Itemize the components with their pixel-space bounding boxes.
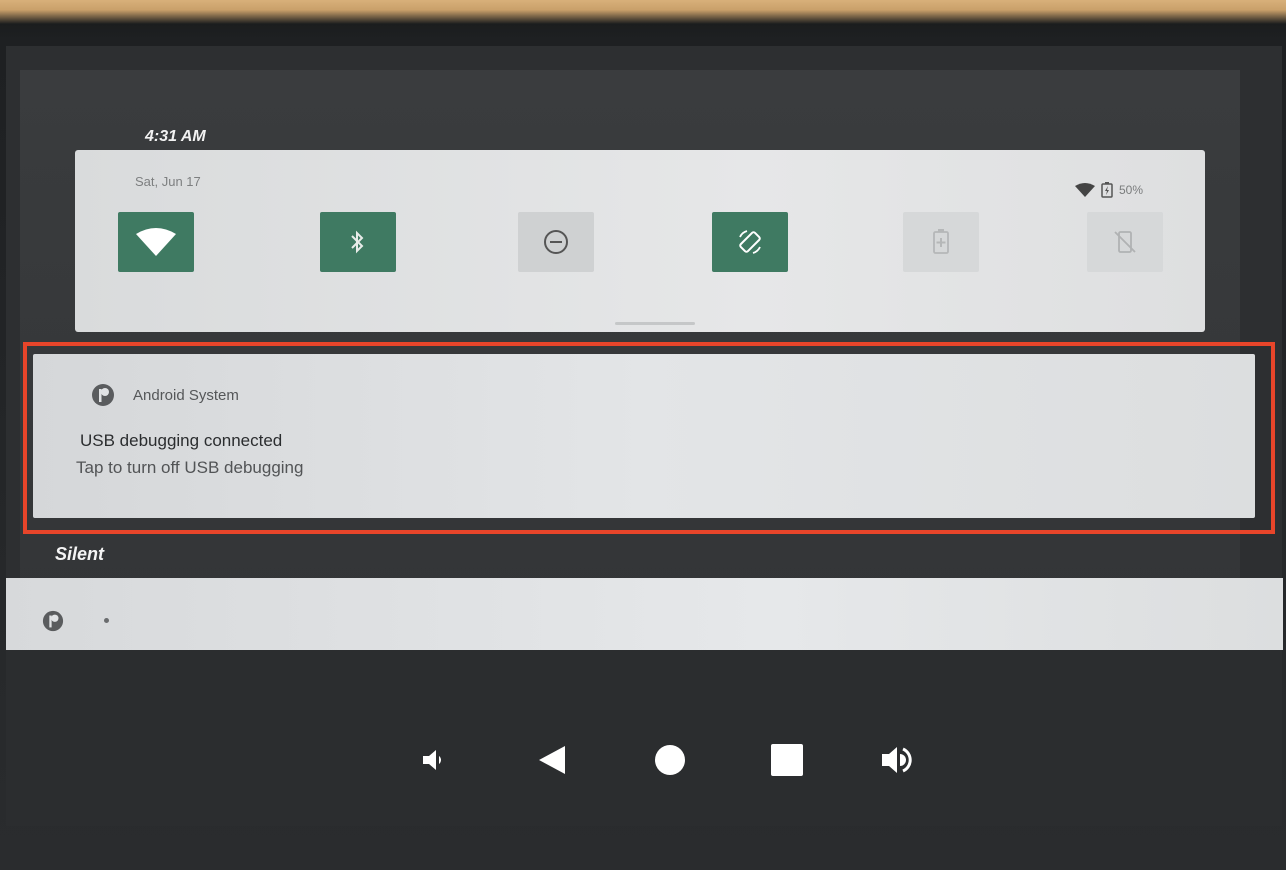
separator-dot: [104, 618, 109, 623]
wifi-status-icon: [1074, 183, 1095, 197]
battery-charging-icon: [1101, 182, 1113, 198]
volume-up-button[interactable]: [880, 740, 920, 780]
highlight-box: [23, 342, 1275, 534]
volume-up-icon: [882, 747, 912, 773]
home-button[interactable]: [650, 740, 690, 780]
silent-section-header: Silent: [55, 544, 105, 564]
do-not-disturb-tile[interactable]: [518, 212, 594, 272]
auto-rotate-icon: [739, 230, 761, 254]
status-icons: 50%: [1074, 182, 1143, 198]
status-time: 4:31 AM: [145, 128, 206, 145]
auto-rotate-tile[interactable]: [712, 212, 788, 272]
recents-button[interactable]: [767, 740, 807, 780]
rotation-lock-tile[interactable]: [1087, 212, 1163, 272]
screen-rotation-off-icon: [1114, 231, 1136, 253]
bluetooth-icon: [351, 230, 364, 254]
back-icon: [539, 746, 565, 774]
status-date[interactable]: Sat, Jun 17: [135, 174, 201, 189]
home-icon: [655, 745, 685, 775]
volume-down-icon: [423, 750, 441, 770]
do-not-disturb-icon: [544, 230, 568, 254]
silent-notification[interactable]: [6, 578, 1283, 650]
battery-saver-icon: [933, 229, 949, 254]
wifi-tile[interactable]: [118, 212, 194, 272]
bluetooth-tile[interactable]: [320, 212, 396, 272]
navigation-bar: [6, 650, 1282, 826]
recents-icon: [771, 744, 803, 776]
android-system-icon: [42, 610, 64, 632]
back-button[interactable]: [532, 740, 572, 780]
battery-saver-tile[interactable]: [903, 212, 979, 272]
quick-settings-panel: Sat, Jun 17 50%: [75, 150, 1205, 332]
volume-down-button[interactable]: [414, 740, 454, 780]
battery-percent: 50%: [1118, 183, 1143, 197]
quick-settings-drag-handle[interactable]: [615, 322, 695, 325]
wifi-icon: [136, 228, 176, 256]
